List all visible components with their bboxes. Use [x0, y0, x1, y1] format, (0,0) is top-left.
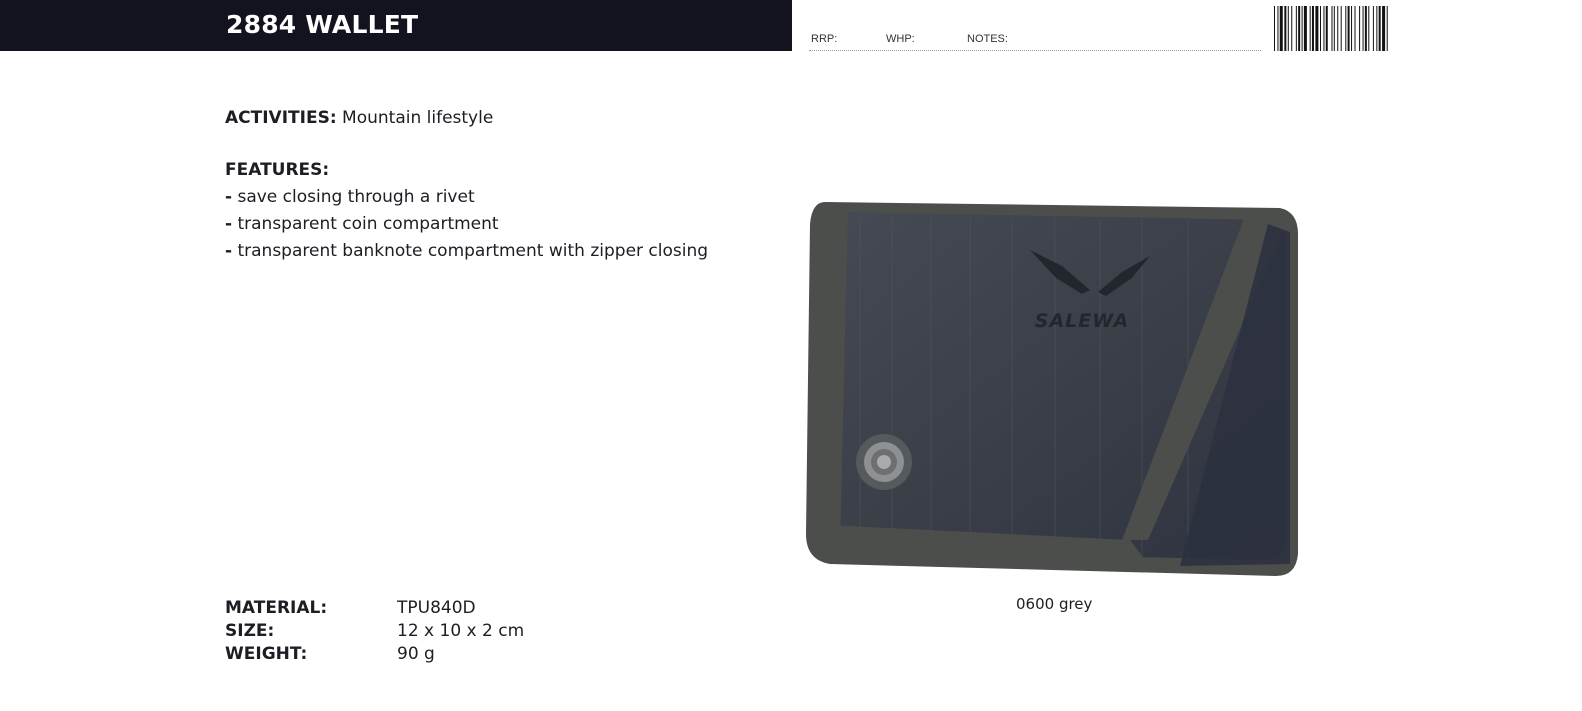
whp-label: WHP:: [886, 33, 915, 45]
notes-label: NOTES:: [967, 33, 1008, 45]
feature-text: transparent banknote compartment with zi…: [237, 241, 709, 261]
barcode-bar: [1303, 6, 1307, 51]
feature-text: transparent coin compartment: [237, 214, 499, 234]
barcode-bar: [1331, 6, 1333, 51]
spec-row-size: SIZE: 12 x 10 x 2 cm: [225, 620, 524, 643]
features-heading: FEATURES:: [225, 160, 330, 180]
barcode-bar: [1284, 6, 1287, 51]
feature-item: - transparent banknote compartment with …: [225, 241, 709, 261]
barcode-bar: [1277, 6, 1279, 51]
notes-line: [809, 50, 1261, 51]
barcode-bar: [1309, 6, 1311, 51]
barcode-bar: [1386, 6, 1388, 51]
barcode-bar: [1301, 6, 1303, 51]
brand-text: SALEWA: [1035, 310, 1129, 332]
barcode-bar: [1333, 6, 1335, 51]
barcode-bar: [1340, 6, 1342, 51]
feature-text: save closing through a rivet: [237, 187, 475, 207]
barcode-bar: [1364, 6, 1367, 51]
title-bar: 2884 WALLET: [0, 0, 792, 51]
product-title: 2884 WALLET: [226, 10, 419, 39]
spec-label: MATERIAL:: [225, 598, 328, 618]
barcode-bar: [1368, 6, 1370, 51]
barcode-bar: [1315, 6, 1319, 51]
rrp-label: RRP:: [811, 33, 838, 45]
barcode-bar: [1359, 6, 1361, 51]
spec-row-weight: WEIGHT: 90 g: [225, 643, 524, 666]
barcode-bar: [1345, 6, 1347, 51]
barcode-bar: [1372, 6, 1374, 51]
activities-value: Mountain lifestyle: [342, 108, 494, 128]
barcode-bar: [1378, 6, 1381, 51]
rivet-icon: [856, 434, 912, 490]
spec-value: 12 x 10 x 2 cm: [397, 621, 525, 641]
barcode-bar: [1323, 6, 1325, 51]
spec-label: SIZE:: [225, 621, 275, 641]
barcode-bar: [1320, 6, 1321, 51]
barcode-bar: [1287, 6, 1289, 51]
product-image: SALEWA: [806, 202, 1298, 576]
barcode-bar: [1382, 6, 1386, 51]
barcode-bar: [1325, 6, 1328, 51]
barcode-bar: [1295, 6, 1297, 51]
specs-table: MATERIAL: TPU840D SIZE: 12 x 10 x 2 cm W…: [225, 597, 524, 666]
barcode-bar: [1347, 6, 1350, 51]
color-caption: 0600 grey: [1016, 595, 1093, 613]
spec-value: 90 g: [397, 644, 435, 664]
spec-label: WEIGHT:: [225, 644, 308, 664]
feature-item: - save closing through a rivet: [225, 187, 475, 207]
features-list: - save closing through a rivet - transpa…: [225, 184, 708, 265]
barcode-bar: [1354, 6, 1356, 51]
barcode-bar: [1298, 6, 1301, 51]
barcode-bar: [1376, 6, 1378, 51]
barcode-bar: [1279, 6, 1283, 51]
barcode-bar: [1337, 6, 1339, 51]
spec-row-material: MATERIAL: TPU840D: [225, 597, 524, 620]
feature-item: - transparent coin compartment: [225, 214, 499, 234]
activities-row: ACTIVITIES: Mountain lifestyle: [225, 108, 493, 128]
barcode-bar: [1291, 6, 1293, 51]
barcode-bar: [1351, 6, 1353, 51]
activities-label: ACTIVITIES:: [225, 108, 337, 128]
barcode-bar: [1274, 6, 1275, 51]
barcode: [1274, 6, 1388, 51]
barcode-bar: [1362, 6, 1364, 51]
barcode-bar: [1311, 6, 1314, 51]
spec-value: TPU840D: [397, 598, 476, 618]
